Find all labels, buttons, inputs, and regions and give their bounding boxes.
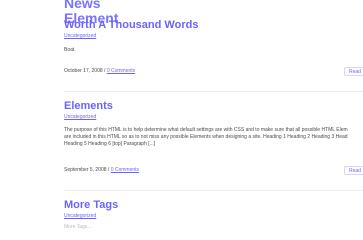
- read-more-button[interactable]: Read: [344, 67, 363, 76]
- post-excerpt: Boat.: [64, 47, 76, 53]
- post-comments-link[interactable]: 0 Comments: [107, 68, 135, 74]
- post-title-partial[interactable]: News: [64, 0, 101, 10]
- post-title-elements[interactable]: Elements: [64, 101, 113, 112]
- post-category-link[interactable]: Uncategorized: [64, 214, 96, 219]
- post-category-link[interactable]: Uncategorized: [64, 115, 96, 120]
- post-divider: [64, 91, 363, 92]
- post-meta: September 5, 2008 / 0 Comments: [64, 168, 139, 173]
- read-more-button[interactable]: Read: [344, 166, 363, 175]
- post-date: September 5, 2008: [64, 167, 107, 173]
- post-category-link[interactable]: Uncategorized: [64, 34, 96, 39]
- post-meta: October 17, 2008 / 0 Comments: [64, 69, 135, 74]
- post-title-more-tags[interactable]: More Tags: [64, 200, 118, 211]
- post-comments-link[interactable]: 0 Comments: [111, 167, 139, 173]
- post-excerpt-line-1: The purpose of this HTML is to help dete…: [64, 127, 348, 133]
- post-title-worth-a-thousand-words[interactable]: Worth A Thousand Words: [64, 20, 198, 31]
- post-excerpt-line-3: Heading 5 Heading 6 [top] Paragraph [...…: [64, 141, 156, 147]
- post-excerpt: More Tags...: [64, 224, 92, 230]
- post-excerpt-line-2: are included in this HTML so as to not m…: [64, 134, 348, 140]
- post-date: October 17, 2008: [64, 68, 103, 74]
- post-divider: [64, 190, 363, 191]
